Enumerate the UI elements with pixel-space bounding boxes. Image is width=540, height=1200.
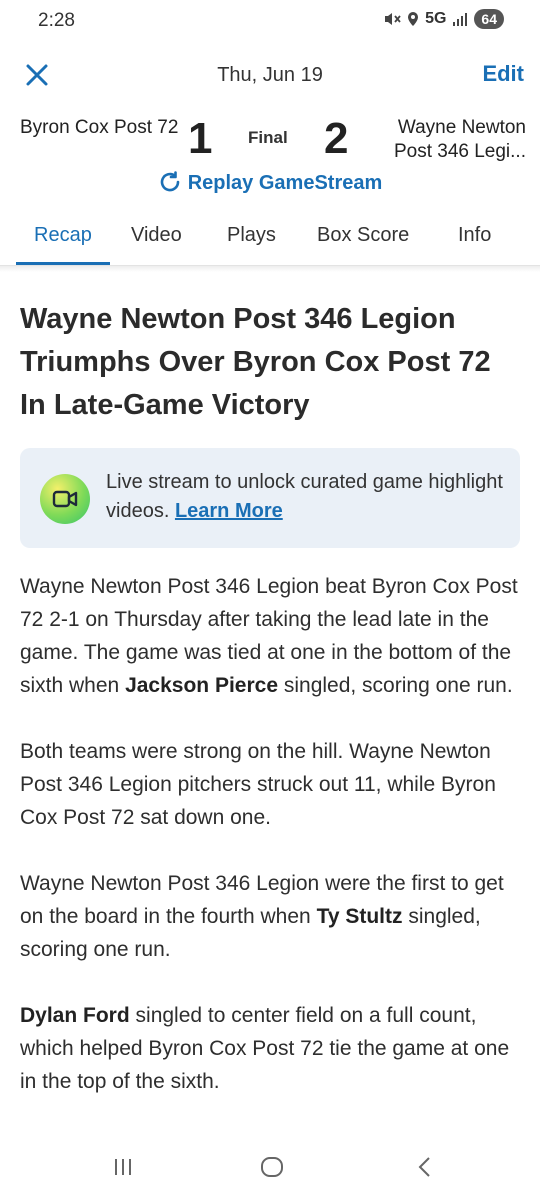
network-label: 5G (425, 10, 447, 27)
edit-button[interactable]: Edit (482, 61, 524, 87)
tab-box-score[interactable]: Box Score (317, 224, 409, 247)
location-icon (407, 11, 419, 27)
replay-icon (158, 171, 188, 194)
game-status: Final (248, 128, 288, 147)
player-name: Jackson Pierce (125, 674, 278, 697)
top-bar: Thu, Jun 19 Edit (0, 52, 540, 98)
promo-text: Live stream to unlock curated game highl… (106, 471, 503, 522)
recent-apps-icon[interactable] (112, 1156, 134, 1183)
article-paragraph: Dylan Ford singled to center field on a … (20, 999, 524, 1098)
livestream-promo: Live stream to unlock curated game highl… (20, 448, 520, 548)
article-paragraph: Wayne Newton Post 346 Legion beat Byron … (20, 570, 524, 702)
tab-recap[interactable]: Recap (34, 224, 92, 247)
back-icon[interactable] (416, 1156, 434, 1183)
tab-video[interactable]: Video (131, 224, 182, 247)
article-paragraph: Both teams were strong on the hill. Wayn… (20, 740, 496, 829)
replay-gamestream-button[interactable]: Replay GameStream (0, 170, 540, 195)
article-paragraph: Wayne Newton Post 346 Legion were the fi… (20, 867, 524, 966)
home-score: 2 (324, 114, 349, 163)
home-team-name[interactable]: Wayne Newton Post 346 Legi... (374, 116, 526, 164)
player-name: Ty Stultz (316, 905, 403, 928)
paragraph-text: singled, scoring one run. (283, 674, 513, 697)
scoreboard: Byron Cox Post 72 1 Final 2 Wayne Newton… (0, 110, 540, 170)
promo-message: Live stream to unlock curated game highl… (106, 468, 506, 526)
away-team-name[interactable]: Byron Cox Post 72 (20, 116, 180, 140)
tab-plays[interactable]: Plays (227, 224, 276, 247)
mute-icon (383, 11, 401, 27)
video-camera-icon (40, 474, 90, 524)
learn-more-link[interactable]: Learn More (175, 500, 283, 522)
status-bar: 2:28 5G 64 (0, 0, 540, 46)
game-date: Thu, Jun 19 (217, 64, 323, 86)
recap-headline: Wayne Newton Post 346 Legion Triumphs Ov… (20, 303, 491, 421)
away-score: 1 (188, 114, 213, 163)
replay-label: Replay GameStream (187, 172, 383, 194)
home-icon[interactable] (260, 1156, 284, 1183)
player-name: Dylan Ford (20, 1004, 130, 1027)
tab-divider (0, 266, 540, 272)
tab-bar: Recap Video Plays Box Score Info (0, 216, 540, 266)
active-tab-indicator (16, 262, 110, 265)
scroll-fade (0, 1112, 540, 1140)
recap-article: Wayne Newton Post 346 Legion beat Byron … (20, 570, 524, 1138)
battery-indicator: 64 (474, 9, 504, 29)
status-time: 2:28 (38, 10, 75, 31)
signal-icon (452, 12, 468, 26)
system-nav-bar (0, 1140, 540, 1200)
status-icons: 5G 64 (383, 9, 504, 29)
tab-info[interactable]: Info (458, 224, 491, 247)
